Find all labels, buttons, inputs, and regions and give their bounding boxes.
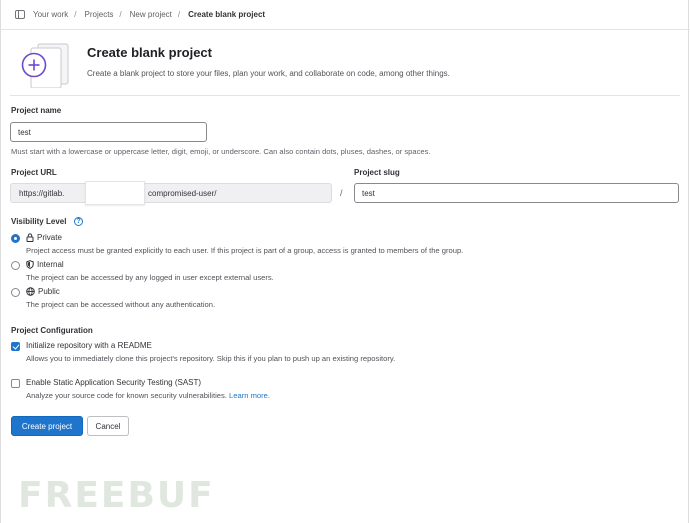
sast-description-row: Analyze your source code for known secur… [26,391,270,400]
url-slug-separator: / [340,188,343,198]
sast-description: Analyze your source code for known secur… [26,391,227,400]
visibility-internal-label[interactable]: Internal [26,260,64,269]
readme-label[interactable]: Initialize repository with a README [26,341,152,350]
visibility-private-description: Project access must be granted explicitl… [26,246,464,255]
project-name-help: Must start with a lowercase or uppercase… [11,147,431,156]
visibility-private-radio[interactable] [11,234,20,243]
visibility-public-text: Public [38,287,60,296]
page: Your work / Projects / New project / Cre… [0,0,690,523]
breadcrumb-current: Create blank project [188,10,266,19]
page-title: Create blank project [87,45,212,60]
project-url-label: Project URL [11,168,57,177]
project-url-namespace: compromised-user/ [148,189,217,198]
shield-icon [26,260,34,269]
project-slug-input[interactable]: test [354,183,679,203]
page-subtitle: Create a blank project to store your fil… [87,69,450,78]
breadcrumb-separator: / [74,10,77,19]
project-name-input[interactable]: test [10,122,207,142]
readme-checkbox[interactable] [11,342,20,351]
visibility-internal-text: Internal [37,260,64,269]
project-configuration-label: Project Configuration [11,326,93,335]
breadcrumb-new-project[interactable]: New project [130,10,172,19]
project-name-label: Project name [11,106,62,115]
header-divider [10,95,680,96]
visibility-internal-radio[interactable] [11,261,20,270]
project-slug-label: Project slug [354,168,400,177]
project-url-prefix: https://gitlab. [19,189,65,198]
breadcrumb-projects[interactable]: Projects [85,10,114,19]
sast-checkbox[interactable] [11,379,20,388]
visibility-public-label[interactable]: Public [26,287,60,296]
sidebar-toggle-icon[interactable] [15,10,25,19]
sast-label[interactable]: Enable Static Application Security Testi… [26,378,201,387]
watermark: FREEBUF [18,475,215,516]
visibility-private-label[interactable]: Private [26,233,62,242]
cancel-button[interactable]: Cancel [87,416,129,436]
right-border [688,0,689,523]
lock-icon [26,233,34,242]
visibility-public-radio[interactable] [11,288,20,297]
breadcrumb-separator: / [177,10,181,19]
readme-description: Allows you to immediately clone this pro… [26,354,396,363]
visibility-private-text: Private [37,233,62,242]
breadcrumb: Your work / Projects / New project / Cre… [0,0,690,30]
visibility-public-description: The project can be accessed without any … [26,300,216,309]
sast-learn-more-link[interactable]: Learn more. [229,391,270,400]
project-url-field: https://gitlab. compromised-user/ [10,181,332,205]
breadcrumb-your-work[interactable]: Your work [33,10,68,19]
left-border [0,0,1,523]
visibility-internal-description: The project can be accessed by any logge… [26,273,274,282]
globe-icon [26,287,35,296]
blank-project-illustration-icon [21,43,69,88]
question-circle-icon[interactable]: ? [74,217,83,226]
namespace-select[interactable] [85,181,145,205]
visibility-level-label: Visibility Level [11,217,67,226]
create-project-button[interactable]: Create project [11,416,83,436]
breadcrumb-separator: / [119,10,122,19]
